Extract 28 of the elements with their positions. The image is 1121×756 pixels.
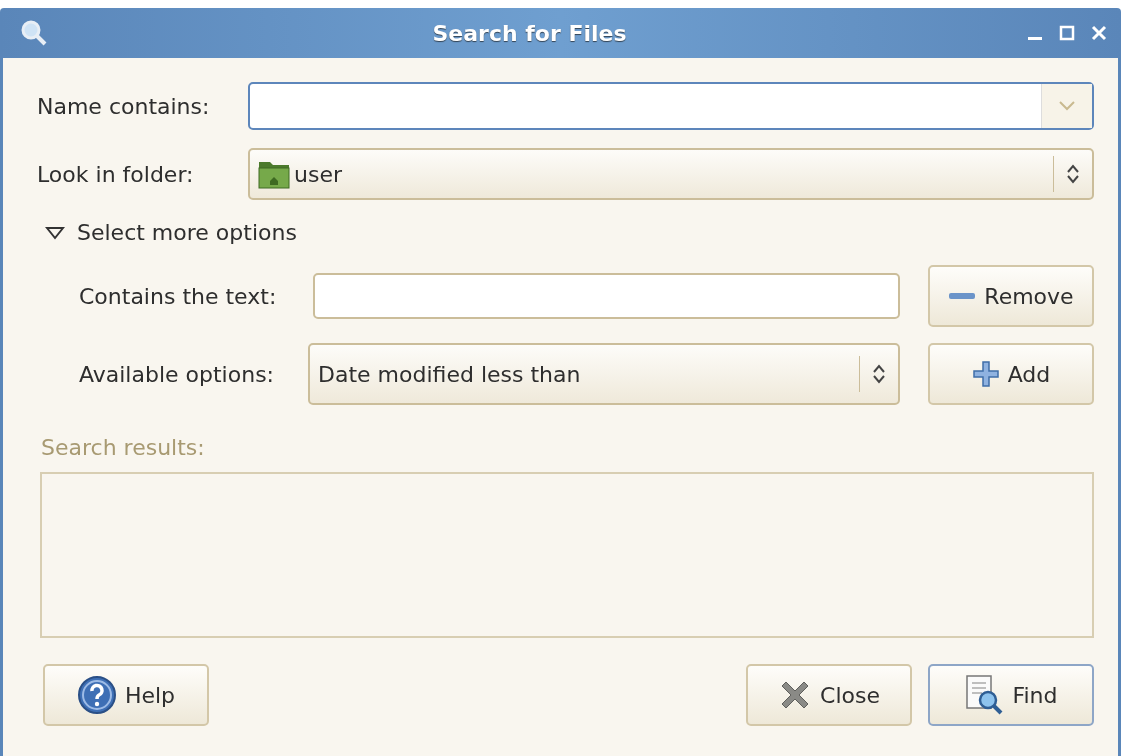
close-button[interactable] xyxy=(1091,25,1107,41)
option-label: Contains the text: xyxy=(79,283,278,309)
folder-dropdown[interactable]: user xyxy=(248,148,1094,200)
find-button[interactable]: Find xyxy=(928,664,1094,726)
text-input-field[interactable] xyxy=(313,273,900,319)
help-icon xyxy=(76,675,117,715)
options-expander[interactable]: Select more options xyxy=(45,220,1094,245)
chevron-down-icon xyxy=(1058,100,1076,112)
help-button[interactable]: Help xyxy=(43,664,209,726)
options-dropdown[interactable]: Date modified less than xyxy=(308,343,900,405)
name-input-field[interactable] xyxy=(248,82,1094,130)
field-label: Name contains: xyxy=(37,93,211,119)
results-label: Search results: xyxy=(41,435,205,460)
remove-button[interactable]: Remove xyxy=(928,265,1094,327)
home-folder-icon xyxy=(258,159,290,189)
close-button[interactable]: Close xyxy=(746,664,912,726)
plus-icon xyxy=(971,360,1000,388)
up-down-arrows-icon xyxy=(1066,163,1080,185)
minus-icon xyxy=(948,291,977,301)
maximize-button[interactable] xyxy=(1059,25,1075,41)
up-down-arrows-icon xyxy=(872,363,886,385)
document-search-icon xyxy=(964,674,1005,716)
window-title: Search for Files xyxy=(431,20,628,46)
option-label: Available options: xyxy=(79,361,275,387)
search-icon xyxy=(20,19,48,47)
expander-triangle-icon xyxy=(45,225,65,240)
field-label: Look in folder: xyxy=(37,161,195,187)
add-button[interactable]: Add xyxy=(928,343,1094,405)
